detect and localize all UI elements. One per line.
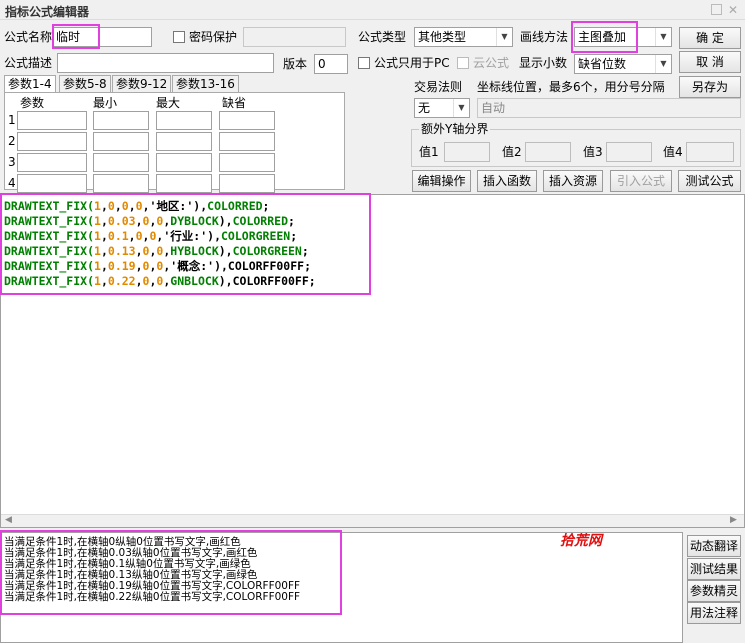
name-highlight-box [52,24,100,49]
chevron-down-icon: ▼ [453,99,469,117]
test-result-button[interactable]: 测试结果 [687,558,741,580]
param-default-cell[interactable] [219,111,275,130]
horizontal-scrollbar[interactable]: ◀ ▶ [1,514,744,527]
scroll-right-icon[interactable]: ▶ [730,515,737,525]
param-header-default: 缺省 [222,96,247,110]
param-min-cell[interactable] [93,111,149,130]
param-header-min: 最小 [93,96,118,110]
chevron-down-icon: ▼ [655,55,671,73]
formula-type-label: 公式类型 [358,30,407,44]
param-name-cell[interactable] [17,132,87,151]
yaxis-value4-input[interactable] [686,142,734,162]
param-max-cell[interactable] [156,132,212,151]
password-input[interactable] [243,27,346,47]
tab-params-13-16[interactable]: 参数13-16 [172,75,239,93]
param-row-number: 2 [8,134,16,148]
tab-params-5-8[interactable]: 参数5-8 [59,75,111,93]
param-default-cell[interactable] [219,153,275,172]
version-label: 版本 [283,57,308,71]
param-default-cell[interactable] [219,174,275,193]
param-wizard-button[interactable]: 参数精灵 [687,580,741,602]
dynamic-translate-button[interactable]: 动态翻译 [687,535,741,557]
draw-method-label: 画线方法 [520,30,569,44]
usage-notes-button[interactable]: 用法注释 [687,602,741,624]
close-icon[interactable]: ✕ [727,4,739,16]
param-header-max: 最大 [156,96,181,110]
version-input[interactable]: 0 [314,54,348,74]
scroll-left-icon[interactable]: ◀ [5,515,12,525]
chevron-down-icon: ▼ [655,28,671,46]
param-header-name: 参数 [20,96,45,110]
decimals-select[interactable]: 缺省位数 ▼ [574,54,672,74]
param-min-cell[interactable] [93,153,149,172]
formula-type-select[interactable]: 其他类型 ▼ [414,27,513,47]
cloud-checkbox[interactable] [457,57,469,69]
param-min-cell[interactable] [93,174,149,193]
param-min-cell[interactable] [93,132,149,151]
yaxis-value2-input[interactable] [525,142,571,162]
param-row-number: 3 [8,155,16,169]
yaxis-value3-input[interactable] [606,142,652,162]
code-highlight-box [0,193,371,295]
param-row-number: 1 [8,113,16,127]
param-row-number: 4 [8,176,16,190]
coord-line-input[interactable]: 自动 [477,98,741,118]
tab-params-1-4[interactable]: 参数1-4 [4,75,56,93]
yaxis-title: 额外Y轴分界 [419,121,491,137]
yaxis-value1-input[interactable] [444,142,490,162]
formula-desc-label: 公式描述 [4,56,53,70]
save-as-button[interactable]: 另存为 [679,76,741,98]
password-checkbox[interactable] [173,31,185,43]
cancel-button[interactable]: 取 消 [679,51,741,73]
insert-function-button[interactable]: 插入函数 [477,170,537,192]
decimals-label: 显示小数 [519,56,568,70]
tab-params-9-12[interactable]: 参数9-12 [112,75,172,93]
yaxis-value1-label: 值1 [419,145,439,159]
insert-resource-button[interactable]: 插入资源 [543,170,603,192]
param-max-cell[interactable] [156,174,212,193]
title-bar: 指标公式编辑器 ✕ [0,0,745,20]
param-max-cell[interactable] [156,153,212,172]
watermark-text: 拾荒网 [560,533,602,549]
formula-desc-input[interactable] [57,53,274,73]
pc-only-label: 公式只用于PC [374,56,450,70]
password-label: 密码保护 [189,30,238,44]
ok-button[interactable]: 确 定 [679,27,741,49]
yaxis-value3-label: 值3 [583,145,603,159]
trade-rule-select[interactable]: 无 ▼ [414,98,470,118]
chevron-down-icon: ▼ [496,28,512,46]
edit-ops-button[interactable]: 编辑操作 [412,170,471,192]
output-highlight-box [0,530,342,615]
param-name-cell[interactable] [17,153,87,172]
draw-method-highlight-box [571,21,638,53]
param-max-cell[interactable] [156,111,212,130]
trade-rule-label: 交易法则 [414,80,463,94]
maximize-icon[interactable] [711,4,722,15]
import-formula-button[interactable]: 引入公式 [610,170,672,192]
param-name-cell[interactable] [17,111,87,130]
formula-name-label: 公式名称 [4,30,53,44]
coord-line-label: 坐标线位置，最多6个，用分号分隔 [477,80,665,94]
param-default-cell[interactable] [219,132,275,151]
pc-only-checkbox[interactable] [358,57,370,69]
yaxis-value2-label: 值2 [502,145,522,159]
param-name-cell[interactable] [17,174,87,193]
cloud-label: 云公式 [473,56,510,70]
window-title: 指标公式编辑器 [5,5,90,19]
yaxis-value4-label: 值4 [663,145,683,159]
test-formula-button[interactable]: 测试公式 [678,170,741,192]
